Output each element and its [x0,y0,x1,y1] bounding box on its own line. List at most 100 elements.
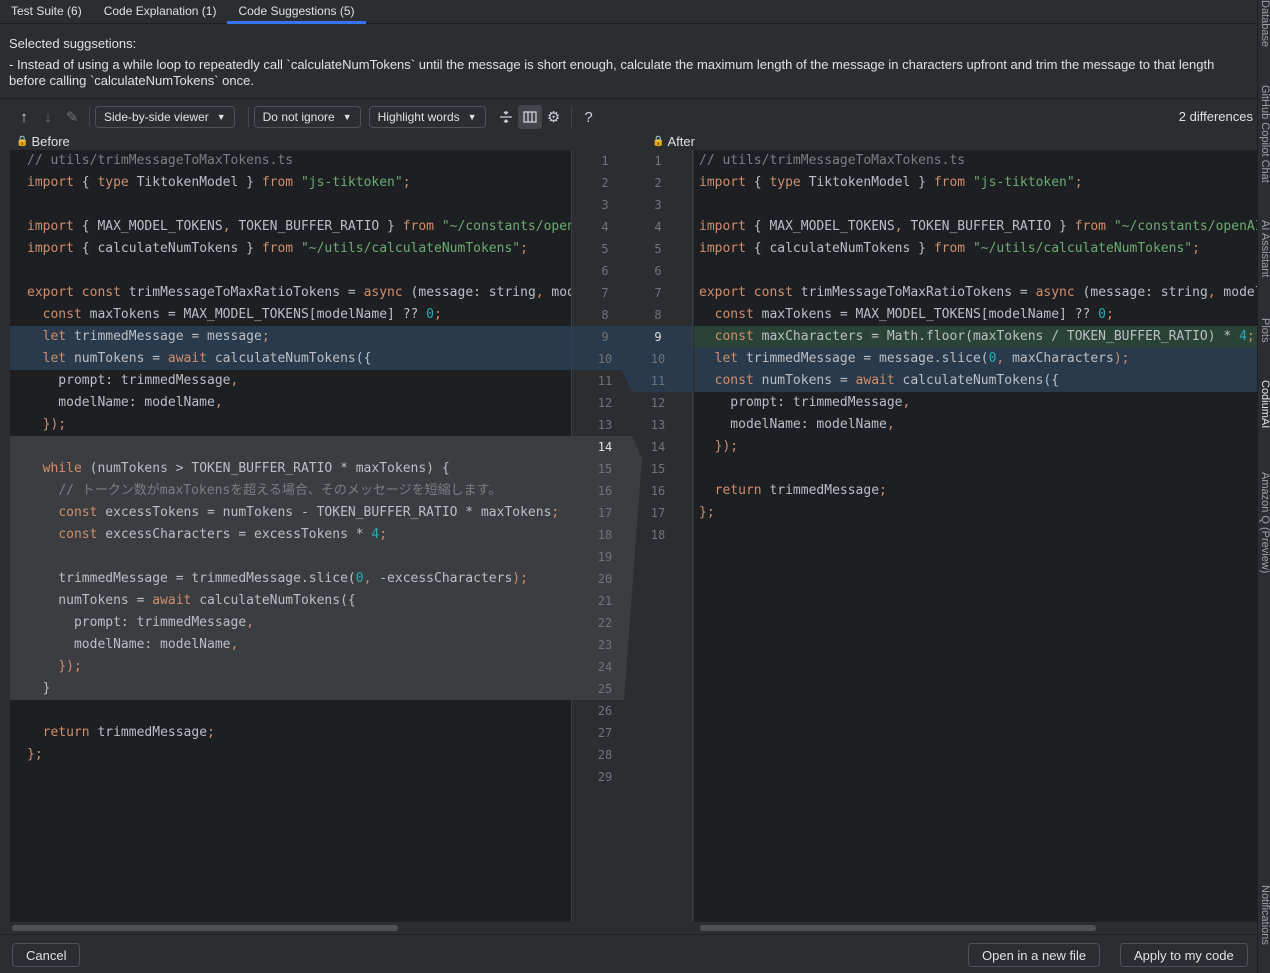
rail-notifications[interactable]: Notifications [1259,885,1270,945]
after-label: After [667,133,695,149]
tab-code-explanation[interactable]: Code Explanation (1) [93,0,228,24]
code-line: // utils/trimMessageToMaxTokens.ts [27,153,294,168]
code-line: return trimmedMessage; [714,483,887,498]
after-line-number: 3 [654,198,662,212]
after-line-number: 2 [654,176,662,190]
lock-icon: 🔒 [16,135,29,147]
code-line: prompt: trimmedMessage, [699,395,911,410]
viewer-dropdown[interactable]: Side-by-side viewer ▼ [95,106,235,128]
lock-icon: 🔒 [652,135,665,147]
tab-test-suite[interactable]: Test Suite (6) [0,0,93,24]
previous-difference-icon[interactable]: ↑ [12,105,36,129]
after-horizontal-scrollbar[interactable] [694,922,1257,934]
before-line-number: 23 [597,638,613,652]
after-editor[interactable]: // utils/trimMessageToMaxTokens.ts import… [694,150,1257,922]
description-body: - Instead of using a while loop to repea… [9,57,1215,88]
after-line-number: 7 [654,286,662,300]
after-line-number: 8 [654,308,662,322]
after-line-number: 5 [654,242,662,256]
after-line-number: 14 [650,440,666,454]
code-line: }; [27,747,43,762]
description-title: Selected suggsetions: [9,36,137,51]
before-line-number: 6 [601,264,609,278]
before-line-number: 14 [597,440,613,454]
help-icon[interactable]: ? [577,105,601,129]
before-line-number: 27 [597,726,613,740]
code-line: } [10,678,571,700]
after-line-number: 18 [650,528,666,542]
rail-codiumai[interactable]: CodiumAI [1259,380,1270,428]
before-line-number: 5 [601,242,609,256]
after-line-number: 15 [650,462,666,476]
rail-amazon-q[interactable]: Amazon Q (Preview) [1259,472,1270,573]
rail-database[interactable]: Database [1259,0,1270,47]
apply-to-my-code-button[interactable]: Apply to my code [1120,943,1248,967]
code-line [10,436,571,458]
edit-icon[interactable]: ✎ [60,105,84,129]
after-line-number: 1 [654,154,662,168]
next-difference-icon[interactable]: ↓ [36,105,60,129]
after-line-number: 6 [654,264,662,278]
code-line: trimmedMessage = trimmedMessage.slice(0,… [10,568,571,590]
scrollbar-thumb[interactable] [700,925,1096,931]
rail-plots[interactable]: Plots [1259,318,1270,342]
diff-toolbar: ↑ ↓ ✎ Side-by-side viewer ▼ Do not ignore… [0,100,1257,134]
code-line: modelName: modelName, [10,634,571,656]
before-line-number: 18 [597,528,613,542]
code-line: let numTokens = await calculateNumTokens… [10,348,571,370]
after-line-number: 16 [650,484,666,498]
dialog-footer: Cancel Open in a new file Apply to my co… [0,934,1257,973]
before-line-number: 17 [597,506,613,520]
highlight-dropdown[interactable]: Highlight words ▼ [368,106,486,128]
ignore-dropdown[interactable]: Do not ignore ▼ [253,106,361,128]
after-line-number: 17 [650,506,666,520]
before-line-number: 11 [597,374,613,388]
before-line-number: 3 [601,198,609,212]
before-line-number: 26 [597,704,613,718]
before-line-number: 25 [597,682,613,696]
before-line-number: 10 [597,352,613,366]
before-header: 🔒 Before [16,132,70,150]
sync-scroll-icon[interactable] [517,105,542,129]
collapse-unchanged-icon[interactable] [494,105,518,129]
before-line-number: 4 [601,220,609,234]
code-line: const maxCharacters = Math.floor(maxToke… [694,326,1257,348]
code-line: import { MAX_MODEL_TOKENS, TOKEN_BUFFER_… [27,219,571,234]
before-line-number: 13 [597,418,613,432]
rail-github-copilot-chat[interactable]: GitHub Copilot Chat [1259,85,1270,183]
code-line: modelName: modelName, [699,417,895,432]
code-line: const excessCharacters = excessTokens * … [10,524,571,546]
cancel-button[interactable]: Cancel [12,943,81,967]
before-line-number: 29 [597,770,613,784]
open-in-new-file-button[interactable]: Open in a new file [968,943,1101,967]
rail-ai-assistant[interactable]: AI Assistant [1259,220,1270,277]
before-line-number: 1 [601,154,609,168]
after-line-number: 11 [650,374,666,388]
after-line-number: 9 [654,330,662,344]
code-line: import { calculateNumTokens } from "~/ut… [699,241,1200,256]
chevron-down-icon: ▼ [467,112,477,122]
after-line-number: 12 [650,396,666,410]
toolbar-separator [247,107,249,127]
scrollbar-thumb[interactable] [12,925,398,931]
before-line-number: 7 [601,286,609,300]
before-label: Before [31,133,70,149]
chevron-down-icon: ▼ [216,112,226,122]
code-line: let trimmedMessage = message; [10,326,571,348]
viewer-dropdown-label: Side-by-side viewer [104,110,209,124]
right-tool-rail: Database GitHub Copilot Chat AI Assistan… [1257,0,1270,973]
before-horizontal-scrollbar[interactable] [10,922,571,934]
chevron-down-icon: ▼ [342,112,352,122]
code-line: let trimmedMessage = message.slice(0, ma… [694,348,1257,370]
tab-code-suggestions[interactable]: Code Suggestions (5) [227,0,366,24]
settings-gear-icon[interactable]: ⚙ [542,105,566,129]
before-editor[interactable]: // utils/trimMessageToMaxTokens.ts import… [10,150,571,922]
after-line-number: 4 [654,220,662,234]
code-line: export const trimMessageToMaxRatioTokens… [27,285,571,300]
before-line-number: 12 [597,396,613,410]
